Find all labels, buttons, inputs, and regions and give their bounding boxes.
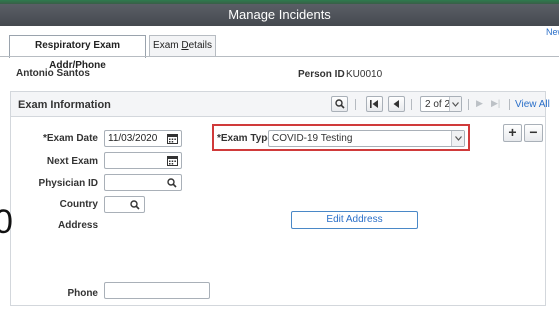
physician-id-label: Physician ID <box>38 178 98 189</box>
country-label: Country <box>59 199 98 210</box>
toolbar-separator <box>355 99 356 110</box>
first-icon <box>370 100 378 108</box>
delete-row-button[interactable]: − <box>524 124 543 142</box>
new-window-link[interactable]: New <box>546 27 559 37</box>
tab-label-accesskey: D <box>181 40 189 51</box>
toolbar-separator <box>468 99 469 110</box>
toolbar-separator <box>411 99 412 110</box>
view-all-link[interactable]: View All <box>515 99 550 110</box>
search-icon <box>334 99 345 109</box>
tab-divider <box>0 56 559 57</box>
tab-label-post: etails <box>188 40 212 51</box>
exam-type-label: *Exam Type <box>217 133 273 144</box>
physician-id-field[interactable] <box>104 174 182 191</box>
person-id-value: KU0010 <box>346 69 383 80</box>
edit-address-button[interactable]: Edit Address <box>291 211 418 229</box>
next-exam-field[interactable] <box>104 152 182 169</box>
calendar-icon[interactable] <box>163 131 181 146</box>
address-label: Address <box>57 220 98 231</box>
exam-type-value: COVID-19 Testing <box>272 133 353 144</box>
row-pager-select[interactable]: 2 of 2 <box>420 96 462 112</box>
toolbar-separator <box>509 99 510 110</box>
calendar-icon[interactable] <box>163 153 181 168</box>
tab-exam-details[interactable]: Exam Details <box>149 35 216 57</box>
search-icon[interactable] <box>163 175 181 190</box>
phone-field[interactable] <box>104 282 210 299</box>
exam-type-select[interactable]: COVID-19 Testing <box>268 130 465 147</box>
last-row-icon: ▶| <box>491 98 501 108</box>
panel-title: Exam Information <box>18 99 111 111</box>
pager-text: 2 of 2 <box>425 99 451 110</box>
add-row-button[interactable]: + <box>503 124 522 142</box>
chevron-down-icon <box>449 97 461 111</box>
next-row-icon: ▶ <box>476 98 483 108</box>
exam-date-field[interactable]: 11/03/2020 <box>104 130 182 147</box>
panel-header: Exam Information 2 of 2 ▶ ▶| View All <box>11 92 550 117</box>
country-field[interactable] <box>104 196 145 213</box>
search-icon[interactable] <box>126 197 144 212</box>
phone-label: Phone <box>67 288 98 299</box>
exam-type-highlight: *Exam Type COVID-19 Testing <box>212 124 470 151</box>
left-edge-glyph: 0 <box>0 203 13 241</box>
person-name: Antonio Santos <box>16 68 90 79</box>
search-button[interactable] <box>331 96 348 112</box>
chevron-down-icon <box>451 131 464 146</box>
page-title: Manage Incidents <box>0 4 559 26</box>
person-id-label: Person ID <box>298 69 345 80</box>
previous-row-button[interactable] <box>388 96 405 112</box>
first-row-button[interactable] <box>366 96 383 112</box>
tab-label-pre: Exam <box>153 40 182 51</box>
tab-respiratory-exam-addr-phone[interactable]: Respiratory Exam Addr/Phone <box>9 35 146 71</box>
next-exam-label: Next Exam <box>46 156 98 167</box>
exam-date-value: 11/03/2020 <box>108 133 158 144</box>
exam-date-label: *Exam Date <box>42 133 98 144</box>
previous-icon <box>393 100 399 108</box>
